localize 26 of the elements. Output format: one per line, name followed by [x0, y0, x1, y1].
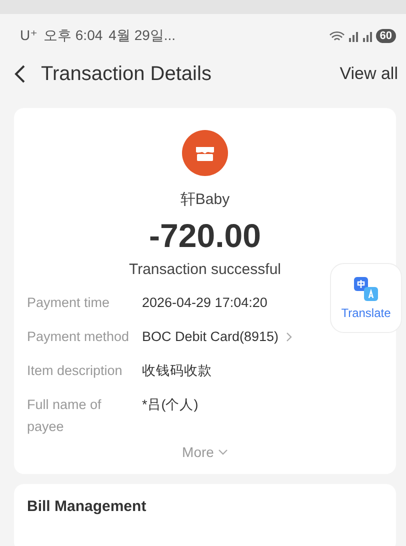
field-label: Item description [27, 362, 124, 380]
field-label: Payment method [27, 328, 130, 346]
battery-level: 60 [376, 29, 396, 43]
transaction-status: Transaction successful [128, 261, 281, 278]
page-title: Transaction Details [41, 62, 212, 86]
carrier-label: U⁺ [20, 27, 38, 45]
field-value[interactable]: BOC Debit Card(8915) [142, 326, 279, 348]
amount: -720.00 [149, 217, 261, 255]
signal-icon [362, 30, 373, 42]
field-label: Full name of payee [27, 396, 102, 436]
status-time: 오후 6:04 [44, 27, 103, 45]
merchant-name: 轩Baby [180, 190, 230, 209]
view-all-link[interactable]: View all [340, 64, 398, 84]
field-value: 2026-04-29 17:04:20 [142, 294, 268, 312]
translate-button[interactable]: Translate [330, 263, 402, 333]
section-title: Bill Management [27, 498, 148, 515]
field-label: Payment time [27, 294, 111, 312]
signal-icon [348, 30, 359, 42]
wifi-icon [328, 30, 345, 42]
field-value: 收钱码收款 [142, 362, 212, 380]
store-icon [182, 130, 228, 176]
chevron-down-icon [218, 449, 228, 455]
translate-icon [353, 276, 379, 302]
field-value: *吕(个人) [142, 396, 198, 414]
back-icon[interactable] [14, 64, 26, 84]
status-date: 4월 29일... [108, 27, 176, 45]
